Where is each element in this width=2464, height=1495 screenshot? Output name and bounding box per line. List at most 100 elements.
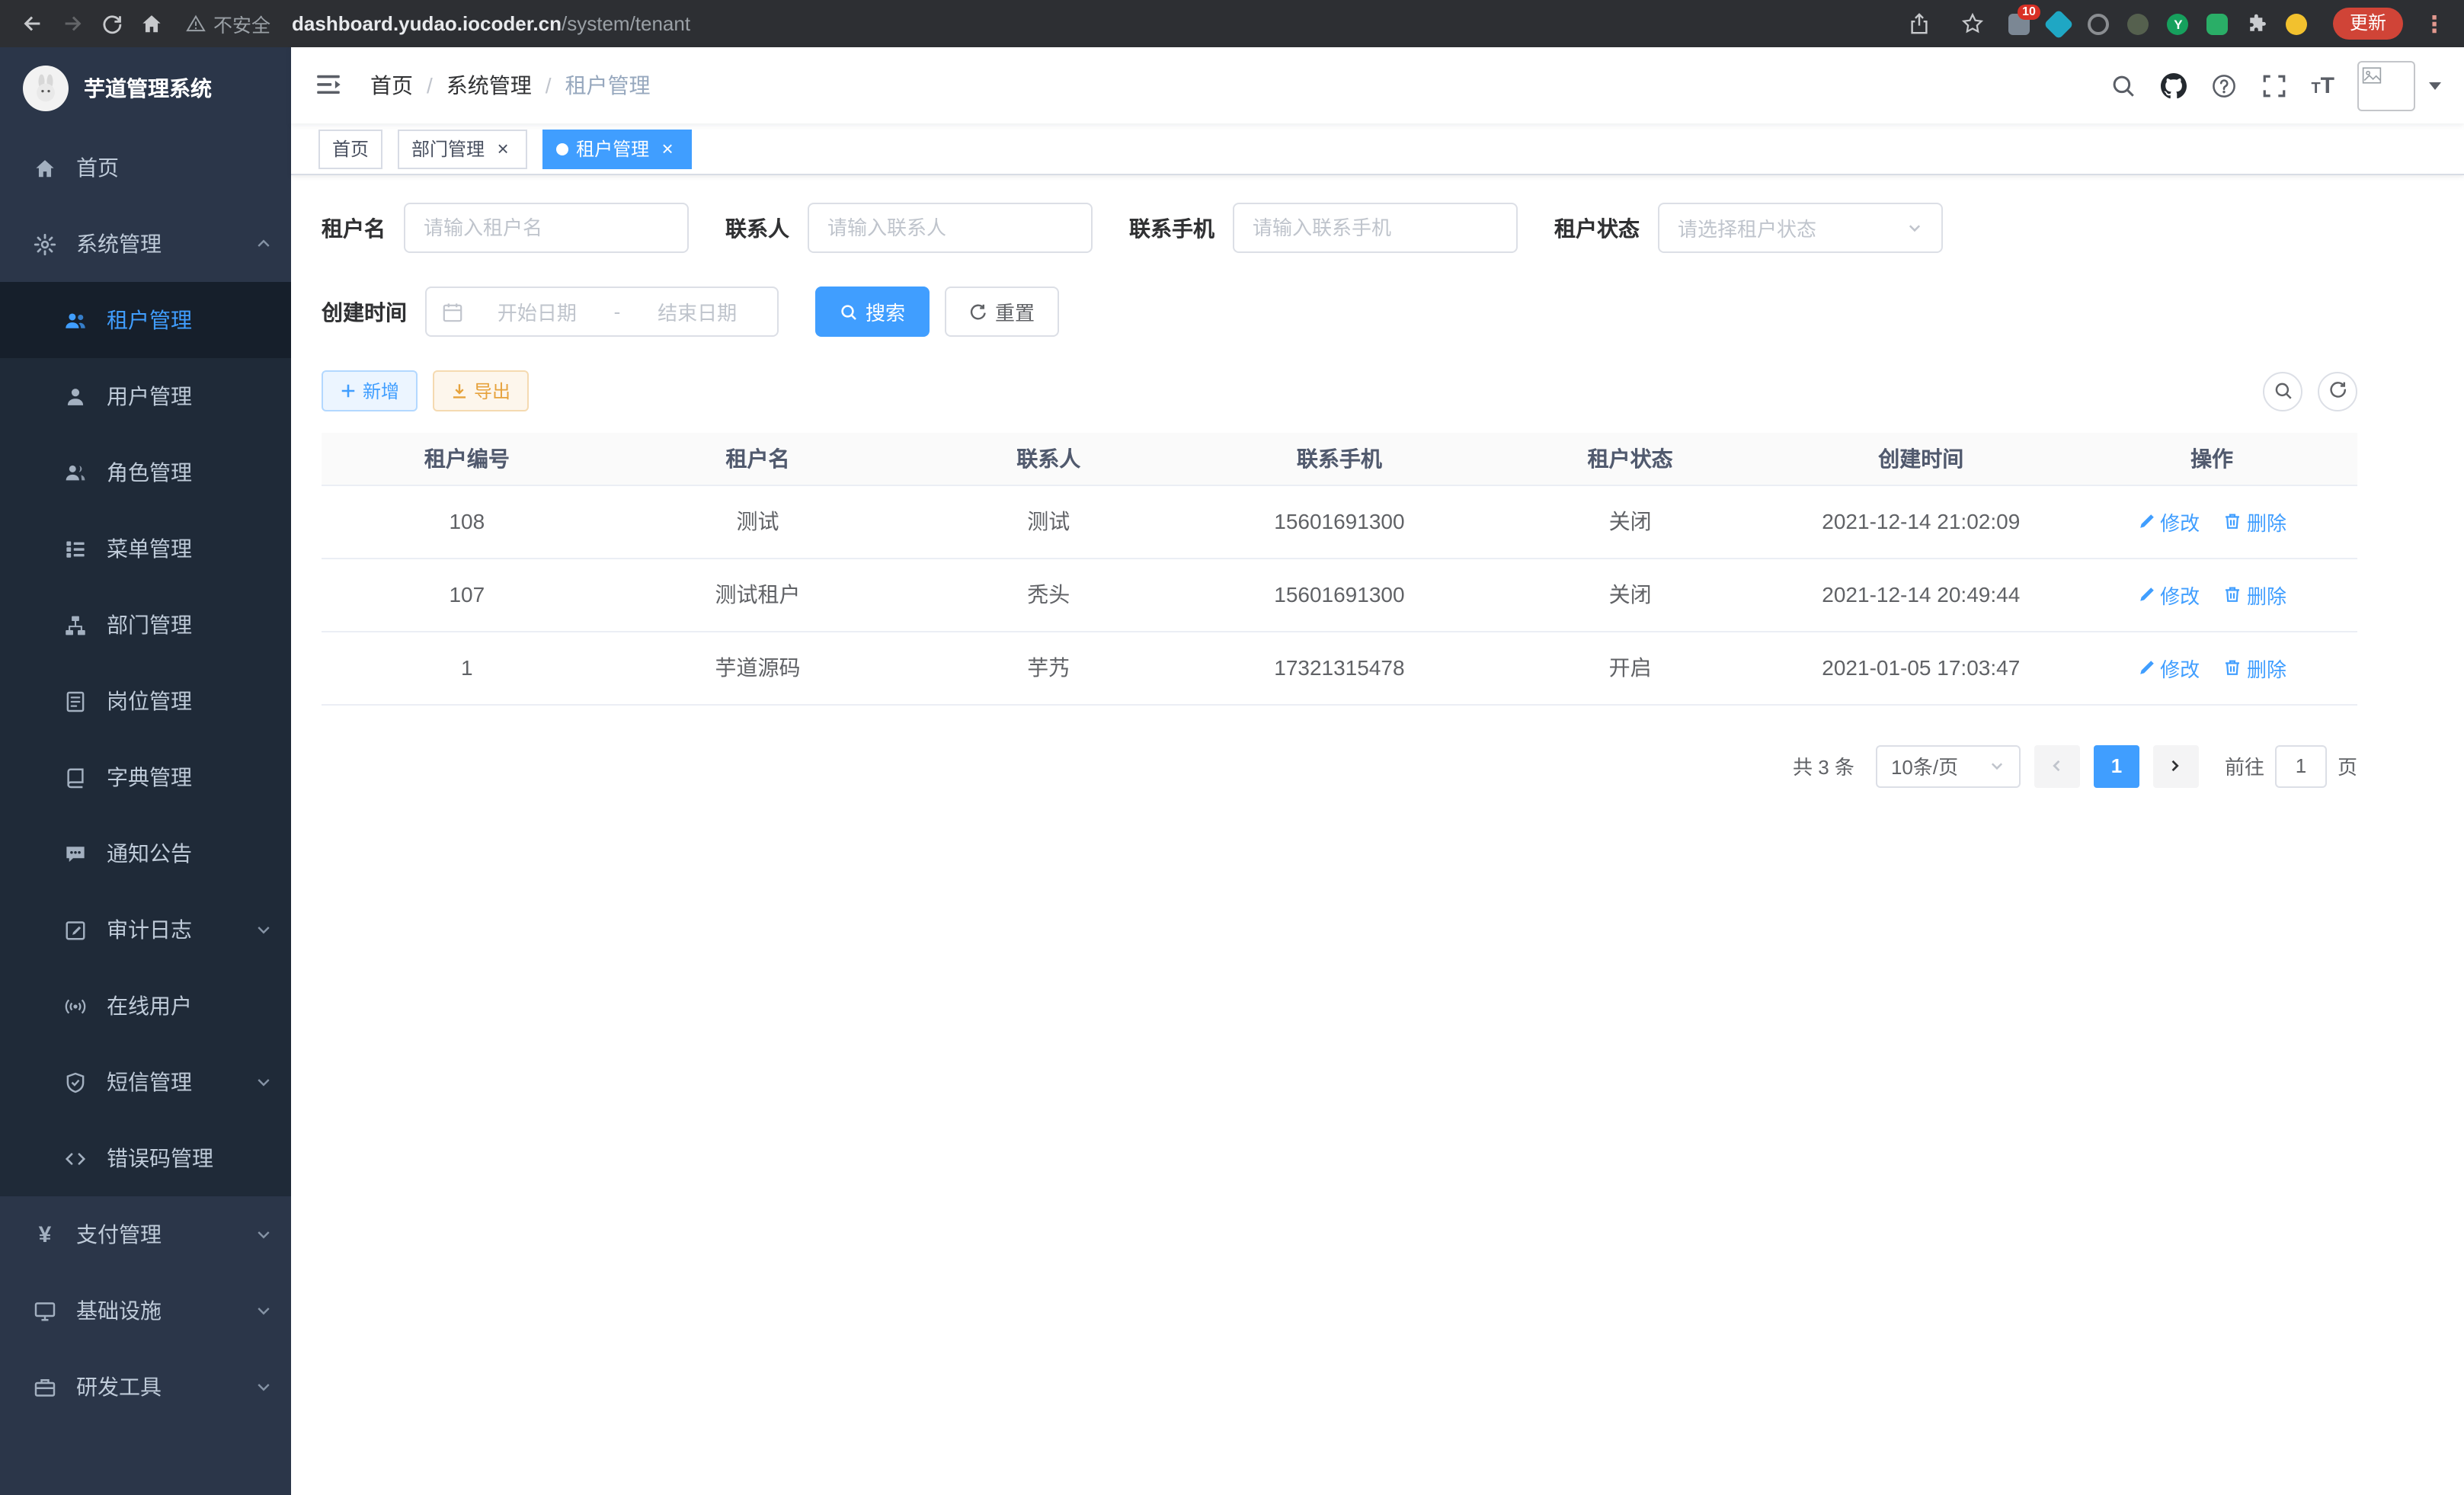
- browser-home-icon[interactable]: [131, 4, 171, 43]
- github-icon[interactable]: [2160, 72, 2187, 99]
- close-icon[interactable]: ×: [492, 138, 514, 159]
- add-button[interactable]: 新增: [322, 370, 418, 411]
- tab-dept[interactable]: 部门管理 ×: [398, 129, 527, 168]
- edit-button[interactable]: 修改: [2137, 580, 2200, 609]
- sidebar-item-menu[interactable]: 菜单管理: [0, 511, 291, 587]
- sidebar-item-post[interactable]: 岗位管理: [0, 663, 291, 739]
- trash-icon: [2224, 658, 2242, 677]
- delete-button[interactable]: 删除: [2224, 653, 2286, 682]
- fullscreen-icon[interactable]: [2261, 72, 2288, 99]
- share-icon[interactable]: [1900, 4, 1940, 43]
- reload-icon[interactable]: [91, 4, 131, 43]
- url-domain: dashboard.yudao.iocoder.cn: [292, 12, 562, 35]
- puzzle-extensions-icon[interactable]: [2245, 11, 2270, 37]
- contact-input[interactable]: [808, 203, 1093, 253]
- breadcrumb-home[interactable]: 首页: [370, 70, 413, 101]
- forward-icon[interactable]: [52, 4, 91, 43]
- sidebar-item-notice[interactable]: 通知公告: [0, 815, 291, 892]
- breadcrumb-section[interactable]: 系统管理: [446, 70, 532, 101]
- security-indicator[interactable]: 不安全: [186, 9, 270, 38]
- next-page-button[interactable]: [2153, 744, 2199, 787]
- sidebar-item-online[interactable]: 在线用户: [0, 968, 291, 1044]
- cell-name: 芋道源码: [613, 631, 904, 704]
- sidebar-item-system[interactable]: 系统管理: [0, 206, 291, 282]
- extension-icon-chat[interactable]: [2205, 11, 2231, 37]
- sidebar-item-label: 部门管理: [107, 610, 192, 640]
- sidebar-item-errorcode[interactable]: 错误码管理: [0, 1120, 291, 1196]
- extension-icon-ring[interactable]: [2086, 11, 2112, 37]
- sidebar-logo[interactable]: 芋道管理系统: [0, 47, 291, 130]
- help-icon[interactable]: [2210, 72, 2238, 99]
- edit-icon: [2137, 658, 2155, 677]
- search-button[interactable]: 搜索: [815, 287, 930, 337]
- avatar-caret-icon[interactable]: [2429, 82, 2441, 89]
- pagination: 共 3 条 10条/页 1 前往 页: [322, 744, 2357, 787]
- chevron-up-icon: [254, 235, 273, 253]
- extension-icon-badged[interactable]: 10: [2007, 11, 2033, 37]
- font-size-icon[interactable]: TT: [2311, 74, 2334, 97]
- cell-contact: 芋艿: [903, 631, 1194, 704]
- sidebar-item-infra[interactable]: 基础设施: [0, 1273, 291, 1349]
- delete-button[interactable]: 删除: [2224, 580, 2286, 609]
- prev-page-button[interactable]: [2034, 744, 2080, 787]
- col-actions: 操作: [2066, 433, 2357, 485]
- tab-home[interactable]: 首页: [318, 129, 382, 168]
- breadcrumb-current: 租户管理: [565, 70, 651, 101]
- delete-button[interactable]: 删除: [2224, 507, 2286, 536]
- tenant-name-input[interactable]: [404, 203, 689, 253]
- browser-update-button[interactable]: 更新: [2333, 8, 2403, 40]
- trash-icon: [2224, 512, 2242, 530]
- page-number-button[interactable]: 1: [2094, 744, 2139, 787]
- sidebar-item-label: 基础设施: [76, 1295, 162, 1326]
- table-row: 108 测试 测试 15601691300 关闭 2021-12-14 21:0…: [322, 485, 2357, 558]
- sidebar-item-home[interactable]: 首页: [0, 130, 291, 206]
- profile-avatar-icon[interactable]: [2284, 11, 2310, 37]
- chevron-down-icon: [254, 1378, 273, 1396]
- chevron-down-icon: [254, 1225, 273, 1244]
- avatar[interactable]: [2357, 60, 2415, 110]
- sidebar-item-dict[interactable]: 字典管理: [0, 739, 291, 815]
- sidebar-item-devtools[interactable]: 研发工具: [0, 1349, 291, 1425]
- refresh-table-button[interactable]: [2318, 371, 2357, 411]
- table-header-row: 租户编号 租户名 联系人 联系手机 租户状态 创建时间 操作: [322, 433, 2357, 485]
- extension-icon-teal[interactable]: [2046, 11, 2072, 37]
- sidebar-item-label: 菜单管理: [107, 533, 192, 564]
- cell-create-time: 2021-12-14 20:49:44: [1775, 558, 2066, 631]
- page-size-select[interactable]: 10条/页: [1876, 744, 2021, 787]
- toggle-search-button[interactable]: [2263, 371, 2302, 411]
- table-row: 107 测试租户 秃头 15601691300 关闭 2021-12-14 20…: [322, 558, 2357, 631]
- sidebar-item-sms[interactable]: 短信管理: [0, 1044, 291, 1120]
- status-select[interactable]: 请选择租户状态: [1658, 203, 1943, 253]
- sidebar-item-label: 短信管理: [107, 1067, 192, 1097]
- date-range-picker[interactable]: 开始日期 - 结束日期: [425, 287, 779, 337]
- edit-button[interactable]: 修改: [2137, 653, 2200, 682]
- address-bar[interactable]: dashboard.yudao.iocoder.cn/system/tenant: [292, 12, 1900, 35]
- sidebar-item-dept[interactable]: 部门管理: [0, 587, 291, 663]
- reset-button[interactable]: 重置: [945, 287, 1059, 337]
- extension-icon-green-y[interactable]: Y: [2165, 11, 2191, 37]
- browser-menu-icon[interactable]: ⋮: [2417, 10, 2452, 37]
- tab-label: 首页: [332, 136, 369, 162]
- goto-page-input[interactable]: [2275, 744, 2327, 787]
- sidebar-item-role[interactable]: 角色管理: [0, 434, 291, 511]
- sidebar-item-auditlog[interactable]: 审计日志: [0, 892, 291, 968]
- sidebar-item-tenant[interactable]: 租户管理: [0, 282, 291, 358]
- sidebar-item-pay[interactable]: ¥ 支付管理: [0, 1196, 291, 1273]
- date-separator: -: [611, 300, 624, 323]
- back-icon[interactable]: [12, 4, 52, 43]
- bookmark-star-icon[interactable]: [1954, 4, 1993, 43]
- sidebar-item-user[interactable]: 用户管理: [0, 358, 291, 434]
- cell-actions: 修改 删除: [2066, 631, 2357, 704]
- edit-button[interactable]: 修改: [2137, 507, 2200, 536]
- col-create-time: 创建时间: [1775, 433, 2066, 485]
- extension-icon-olive[interactable]: [2126, 11, 2152, 37]
- header-search-icon[interactable]: [2110, 72, 2137, 99]
- chevron-right-icon: [2168, 757, 2184, 774]
- tab-tenant[interactable]: 租户管理 ×: [542, 129, 692, 168]
- export-button[interactable]: 导出: [433, 370, 529, 411]
- mobile-input[interactable]: [1233, 203, 1518, 253]
- sidebar-collapse-icon[interactable]: [314, 70, 344, 101]
- message-icon: [64, 842, 87, 865]
- sidebar-item-label: 用户管理: [107, 381, 192, 411]
- close-icon[interactable]: ×: [657, 138, 678, 159]
